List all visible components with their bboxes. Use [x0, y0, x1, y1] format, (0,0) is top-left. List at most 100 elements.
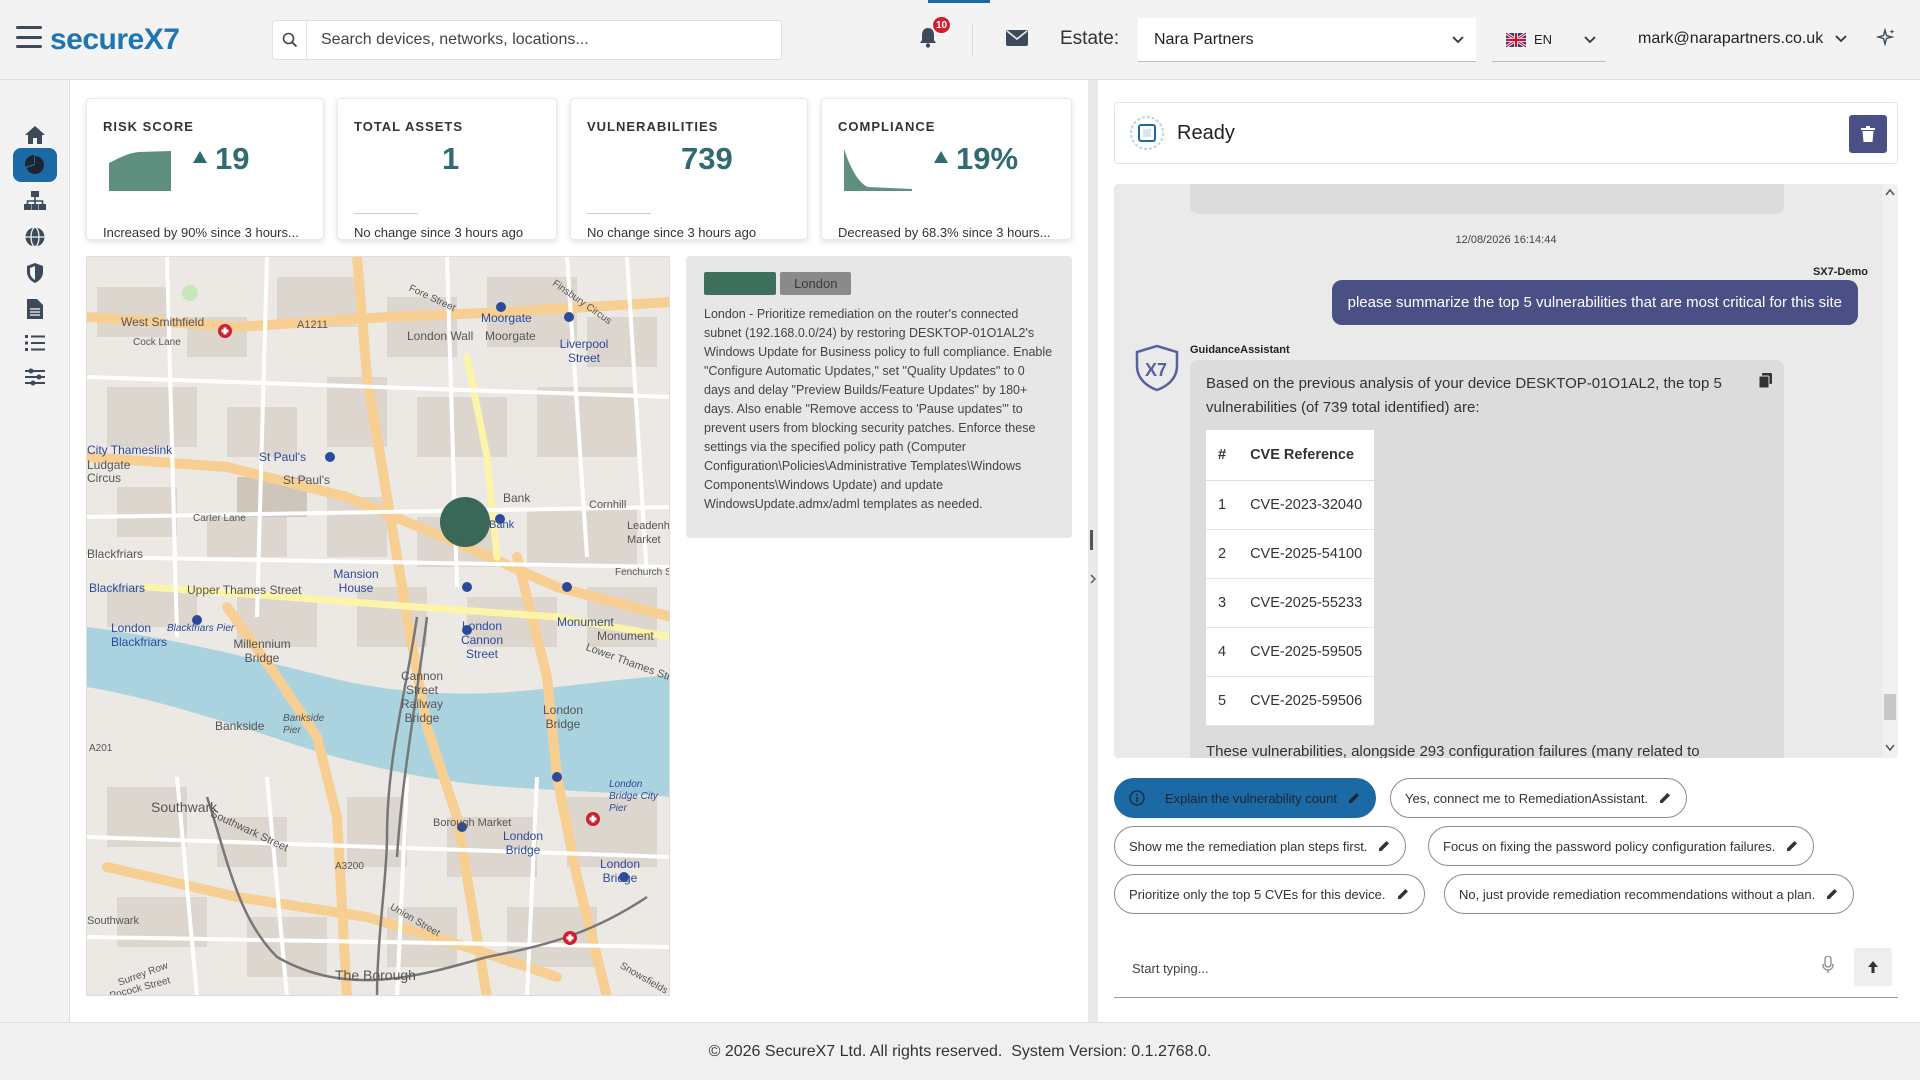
footer-text: © 2026 SecureX7 Ltd. All rights reserved…: [708, 1042, 1212, 1060]
sender-name: SX7-Demo: [1812, 266, 1868, 278]
table-row: 2 CVE-2025-54100: [1206, 529, 1375, 579]
nav-dashboard[interactable]: [13, 148, 57, 182]
suggestion-chip[interactable]: Show me the remediation plan steps first…: [1114, 826, 1407, 866]
scroll-down-icon[interactable]: [1885, 744, 1895, 752]
location-tag[interactable]: London: [780, 272, 852, 295]
risk-tag[interactable]: Risk-19: [704, 272, 777, 295]
map-label: A201: [89, 743, 113, 754]
info-icon: [1129, 790, 1145, 806]
risk-score-card[interactable]: RISK SCORE 19 Increased by 90% since 3 h…: [86, 98, 324, 240]
site-map[interactable]: West Smithfield Cock Lane A1211 London W…: [86, 256, 670, 996]
pencil-icon[interactable]: [1377, 839, 1391, 853]
assistant-message: Based on the previous analysis of your d…: [1190, 360, 1784, 758]
copy-icon: [1758, 373, 1772, 389]
nav-locations[interactable]: [13, 220, 57, 254]
trend-up-icon: [934, 151, 948, 163]
table-row: 4 CVE-2025-59505: [1206, 627, 1375, 677]
map-label: A1211: [297, 319, 328, 331]
card-value: 739: [681, 141, 733, 176]
suggestion-chip[interactable]: Prioritize only the top 5 CVEs for this …: [1114, 874, 1425, 914]
active-indicator: [928, 0, 990, 3]
card-value: 19: [215, 141, 250, 176]
estate-dropdown[interactable]: Nara Partners: [1138, 18, 1476, 62]
nav-tasks[interactable]: [13, 326, 57, 360]
map-label: Carter Lane: [193, 513, 246, 524]
map-label: Millennium Bridge: [233, 637, 291, 665]
map-label: Monument: [597, 629, 654, 643]
table-header: CVE Reference: [1238, 430, 1375, 481]
hospital-icon: [586, 812, 600, 826]
chip-label: Explain the vulnerability count: [1165, 790, 1337, 806]
table-header: #: [1206, 430, 1239, 481]
sparkline-baseline: [587, 213, 651, 214]
message-composer[interactable]: [1114, 940, 1898, 998]
svg-text:X7: X7: [1145, 360, 1167, 380]
site-location-marker[interactable]: [440, 497, 490, 547]
chat-messages[interactable]: 12/08/2026 16:14:44 SX7-Demo please summ…: [1114, 184, 1898, 758]
map-label: Southwark: [87, 915, 139, 927]
suggestion-chip[interactable]: No, just provide remediation recommendat…: [1444, 874, 1855, 914]
card-footer: Increased by 90% since 3 hours...: [103, 225, 299, 240]
map-label: Fenchurch Street: [615, 567, 669, 578]
copy-button[interactable]: [1758, 372, 1772, 396]
map-label: Moorgate: [481, 311, 532, 325]
pencil-icon[interactable]: [1825, 887, 1839, 901]
map-label: London Bridge City Pier: [609, 779, 658, 814]
search-bar[interactable]: [272, 20, 782, 60]
send-button[interactable]: [1854, 948, 1892, 986]
card-footer: No change since 3 hours ago: [587, 225, 757, 240]
card-footer: Decreased by 68.3% since 3 hours...: [838, 225, 1051, 240]
nav-settings[interactable]: [13, 360, 57, 394]
nav-network[interactable]: [13, 184, 57, 218]
message-input[interactable]: [1132, 954, 1812, 982]
home-icon: [25, 126, 45, 144]
splitter-grip[interactable]: [1090, 530, 1093, 550]
chevron-right-icon[interactable]: [1088, 574, 1098, 584]
map-label: Bank: [489, 519, 515, 531]
scroll-up-icon[interactable]: [1885, 188, 1895, 196]
suggestion-chip[interactable]: Focus on fixing the password policy conf…: [1428, 826, 1815, 866]
card-title: COMPLIANCE: [838, 119, 936, 134]
panel-splitter[interactable]: [1088, 80, 1098, 1022]
pencil-icon[interactable]: [1658, 791, 1672, 805]
language-dropdown[interactable]: EN: [1492, 18, 1606, 62]
suggestion-chip[interactable]: Explain the vulnerability count: [1114, 778, 1376, 818]
assistant-intro: Based on the previous analysis of your d…: [1206, 375, 1722, 416]
left-sidebar: [0, 80, 70, 1022]
map-label: Southwark: [151, 799, 218, 815]
pencil-icon[interactable]: [1785, 839, 1799, 853]
table-row: 5 CVE-2025-59506: [1206, 676, 1375, 726]
compliance-card[interactable]: COMPLIANCE 19% Decreased by 68.3% since …: [821, 98, 1072, 240]
chat-scrollbar[interactable]: [1882, 184, 1898, 758]
uk-flag-icon: [1506, 32, 1526, 47]
pencil-icon[interactable]: [1396, 887, 1410, 901]
map-label: London Bridge: [502, 829, 544, 857]
search-input[interactable]: [307, 22, 781, 58]
nav-home[interactable]: [13, 118, 57, 152]
dashboard-panel: RISK SCORE 19 Increased by 90% since 3 h…: [70, 80, 1088, 1022]
clear-chat-button[interactable]: [1849, 115, 1887, 153]
user-menu[interactable]: mark@narapartners.co.uk: [1638, 30, 1847, 48]
card-title: VULNERABILITIES: [587, 119, 719, 134]
vulnerabilities-card[interactable]: VULNERABILITIES 739 No change since 3 ho…: [570, 98, 808, 240]
nav-security[interactable]: [13, 256, 57, 290]
mail-button[interactable]: [1006, 30, 1028, 51]
recommendation-text: London - Prioritize remediation on the r…: [704, 307, 1053, 511]
logo-text: secureX7: [50, 23, 180, 56]
suggestion-chip[interactable]: Yes, connect me to RemediationAssistant.: [1390, 778, 1688, 818]
user-email: mark@narapartners.co.uk: [1638, 30, 1824, 47]
card-title: TOTAL ASSETS: [354, 119, 464, 134]
notifications-bell[interactable]: 10: [918, 16, 952, 53]
menu-icon[interactable]: [16, 26, 42, 48]
microphone-button[interactable]: [1822, 955, 1834, 979]
total-assets-card[interactable]: TOTAL ASSETS 1 No change since 3 hours a…: [337, 98, 557, 240]
pencil-icon[interactable]: [1347, 791, 1361, 805]
cell-cve: CVE-2025-59505: [1238, 627, 1375, 677]
scroll-thumb[interactable]: [1884, 694, 1896, 720]
logo[interactable]: secureX7: [50, 18, 180, 62]
risk-sparkline: [109, 151, 171, 191]
ai-sparkle-button[interactable]: [1875, 27, 1896, 53]
cell-cve: CVE-2025-54100: [1238, 529, 1375, 579]
map-label: Upper Thames Street: [187, 583, 302, 597]
nav-reports[interactable]: [13, 292, 57, 326]
